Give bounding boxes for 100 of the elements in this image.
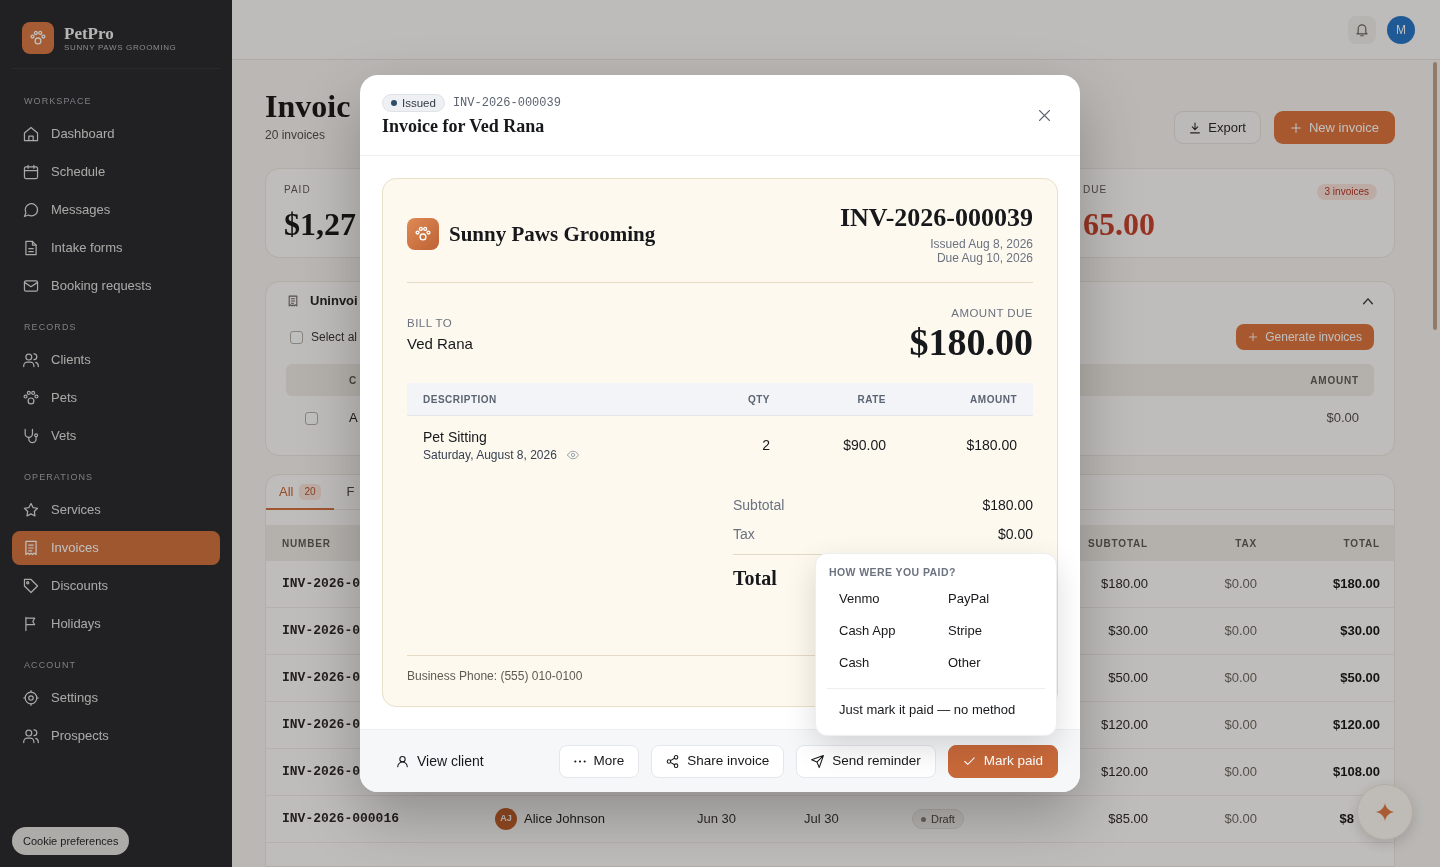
due-date: Due Aug 10, 2026 [936,251,1033,265]
people-icon [23,728,39,744]
tax-amount: $0.00 [1224,669,1257,688]
checkbox[interactable] [290,330,303,344]
date-text: Jul 30 [804,810,839,829]
section-heading: RECORDS [23,321,77,333]
no-method-option[interactable]: Just mark it paid — no method [827,694,1045,726]
total-amount: $50.00 [1340,669,1380,688]
paw-icon [23,390,39,406]
invoice-number: INV-2026-000039 [452,95,561,112]
column-header: SUBTOTAL [1088,536,1148,551]
sidebar-item[interactable]: Discounts [12,569,220,603]
payment-method-option[interactable]: Venmo [827,583,936,615]
client-name: Ved Rana [407,334,473,354]
bell-icon [1355,22,1369,37]
payment-method-option[interactable]: Stripe [936,615,1045,647]
line-item-description: Pet Sitting [423,428,487,446]
user-avatar[interactable]: M [1387,15,1415,44]
section-title: Uninvoi [310,292,358,311]
section-heading: ACCOUNT [23,659,77,671]
select-all-label: Select al [311,329,358,346]
tax-amount: $0.00 [1224,716,1257,735]
scrollbar[interactable] [1433,62,1437,330]
sidebar-item[interactable]: Messages [12,193,220,227]
column-header: RATE [857,392,886,407]
export-button[interactable]: Export [1174,111,1261,144]
mark-paid-button[interactable]: Mark paid [947,744,1058,778]
payment-method-option[interactable]: PayPal [936,583,1045,615]
chat-bubble-icon [23,202,39,218]
invoice-number: INV-2026-000016 [282,810,400,829]
cookie-preferences-button[interactable]: Cookie preferences [12,827,130,855]
dots-icon [573,759,586,763]
sidebar-item[interactable]: Vets [12,419,220,453]
column-header: DESCRIPTION [423,392,497,407]
amount-due-value: $180.00 [909,321,1033,363]
column-header: C [349,373,358,388]
sparkle-icon [1376,803,1394,821]
filter-tab[interactable]: All 20 [266,475,334,510]
people-icon [23,352,39,368]
subtotal-amount: $30.00 [1108,622,1148,641]
date-text: Jun 30 [697,810,737,829]
star-icon [23,502,39,518]
view-client-link[interactable]: View client [382,744,492,778]
eye-icon [566,449,579,461]
total-amount: $30.00 [1340,622,1380,641]
subtotal-amount: $180.00 [1101,575,1148,594]
invoice-number: INV-2026-000039 [839,203,1033,233]
client-avatar: AJ [495,808,517,830]
total-amount: $8 [1339,810,1354,829]
share-invoice-button[interactable]: Share invoice [651,744,785,778]
subtotal-amount: $85.00 [1108,810,1148,829]
total-amount: $108.00 [1333,763,1380,782]
paw-logo-icon [407,218,439,250]
send-reminder-button[interactable]: Send reminder [796,744,936,778]
notifications-button[interactable] [1348,15,1376,44]
sidebar-item[interactable]: Intake forms [12,231,220,265]
status-text: Issued [402,96,436,111]
sidebar-item[interactable]: Clients [12,343,220,377]
sidebar-item[interactable]: Schedule [12,155,220,189]
tag-icon [23,578,39,594]
chevron-up-icon[interactable] [1362,295,1374,307]
stat-label: DUE [1083,184,1108,196]
client-name: Alice Johnson [524,810,605,829]
sidebar-item[interactable]: Holidays [12,607,220,641]
total-amount: $120.00 [1333,716,1380,735]
subtotal-value: $180.00 [982,495,1033,515]
download-icon [1189,121,1202,134]
check-icon [962,754,976,768]
sidebar-item[interactable]: Settings [12,681,220,715]
rate-value: $90.00 [843,436,886,455]
tax-amount: $0.00 [1224,622,1257,641]
sidebar-item[interactable]: Services [12,493,220,527]
count-badge: 20 [299,483,321,500]
house-icon [23,126,39,142]
column-header: QTY [747,392,770,407]
invoice-number: INV-2026-0 [282,669,360,688]
sidebar-item[interactable]: Dashboard [12,117,220,151]
bill-to-label: BILL TO [407,316,453,331]
tax-amount: $0.00 [1224,810,1257,829]
menu-heading: HOW WERE YOU PAID? [828,565,957,580]
brand-tagline: SUNNY PAWS GROOMING [64,42,177,53]
share-icon [666,754,680,768]
more-button[interactable]: More [558,744,640,778]
paw-logo-icon [22,22,54,54]
stat-label: PAID [284,184,311,196]
payment-method-option[interactable]: Other [936,647,1045,679]
quantity-value: 2 [762,436,770,455]
page-title: Invoic [265,88,351,124]
payment-method-option[interactable]: Cash App [827,615,936,647]
section-heading: OPERATIONS [23,471,94,483]
sidebar-item[interactable]: Prospects [12,719,220,753]
filter-tab[interactable]: F [333,475,356,510]
business-phone: Business Phone: (555) 010-0100 [407,669,583,683]
checkbox[interactable] [305,411,318,425]
issue-date: Issued Aug 8, 2026 [930,237,1033,251]
envelope-icon [23,278,39,294]
sidebar-item[interactable]: Pets [12,381,220,415]
sidebar-item[interactable]: Booking requests [12,269,220,303]
payment-method-option[interactable]: Cash [827,647,936,679]
person-icon [396,754,409,768]
